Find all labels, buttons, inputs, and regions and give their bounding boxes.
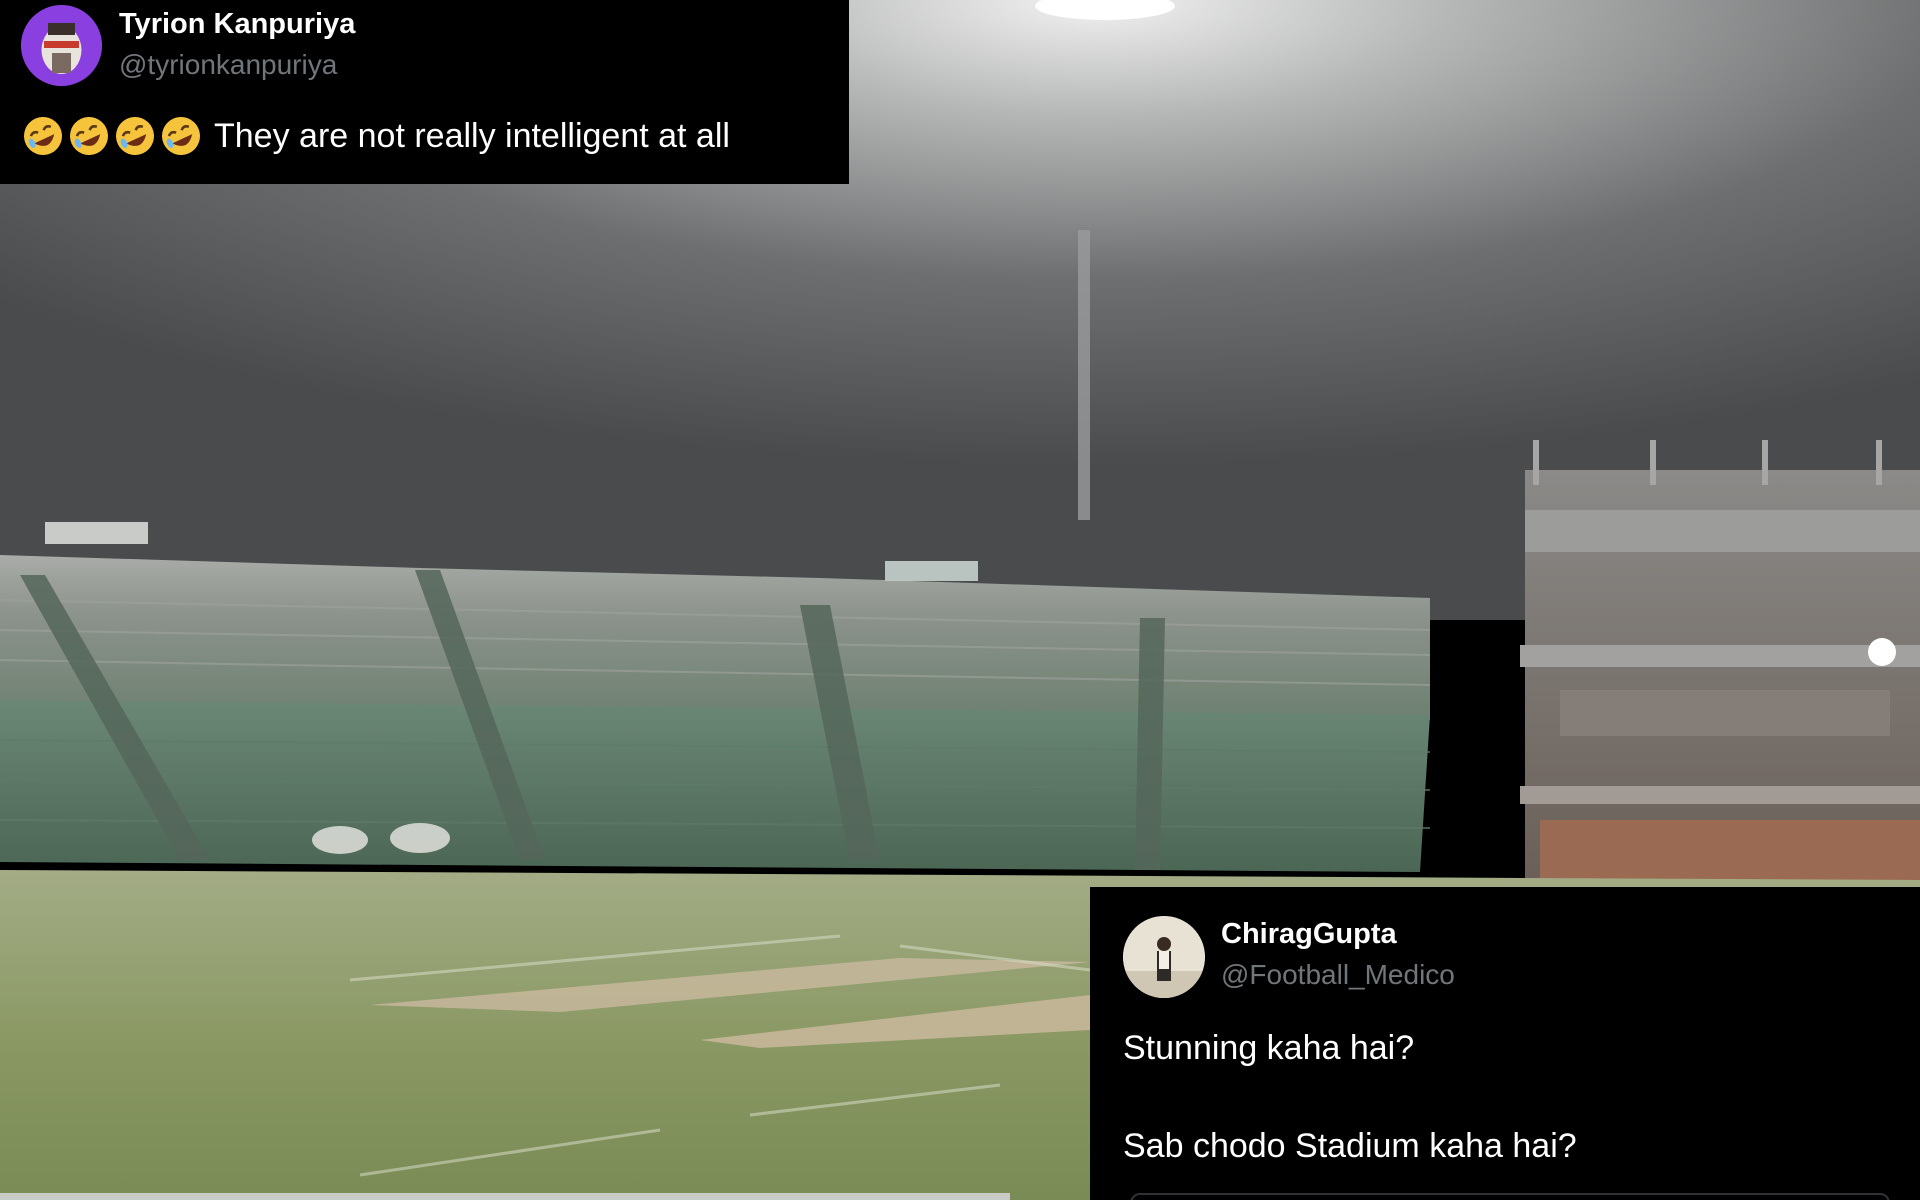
tweet-text: They are not really intelligent at all	[22, 115, 730, 157]
handle[interactable]: @tyrionkanpuriya	[119, 49, 337, 81]
user-avatar-icon	[21, 5, 102, 86]
tweet-body-text: They are not really intelligent at all	[214, 116, 730, 155]
rolling-on-floor-laughing-icon	[24, 117, 62, 155]
rolling-on-floor-laughing-icon	[162, 117, 200, 155]
screenshot-stage: Tyrion Kanpuriya @tyrionkanpuriya They a…	[0, 0, 1920, 1200]
user-avatar-icon	[1123, 916, 1205, 998]
avatar[interactable]	[21, 5, 102, 86]
display-name[interactable]: Tyrion Kanpuriya	[119, 8, 355, 41]
handle[interactable]: @Football_Medico	[1221, 959, 1455, 991]
tweet-text-line: Stunning kaha hai?	[1123, 1029, 1415, 1067]
tweet-card[interactable]: ChiragGupta @Football_Medico Stunning ka…	[1090, 887, 1920, 1200]
rolling-on-floor-laughing-icon	[116, 117, 154, 155]
avatar[interactable]	[1123, 916, 1205, 998]
rolling-on-floor-laughing-icon	[70, 117, 108, 155]
display-name[interactable]: ChiragGupta	[1221, 918, 1397, 951]
tweet-card[interactable]: Tyrion Kanpuriya @tyrionkanpuriya They a…	[0, 0, 849, 184]
media-preview-edge[interactable]	[1130, 1193, 1890, 1200]
tweet-text-line: Sab chodo Stadium kaha hai?	[1123, 1127, 1577, 1165]
